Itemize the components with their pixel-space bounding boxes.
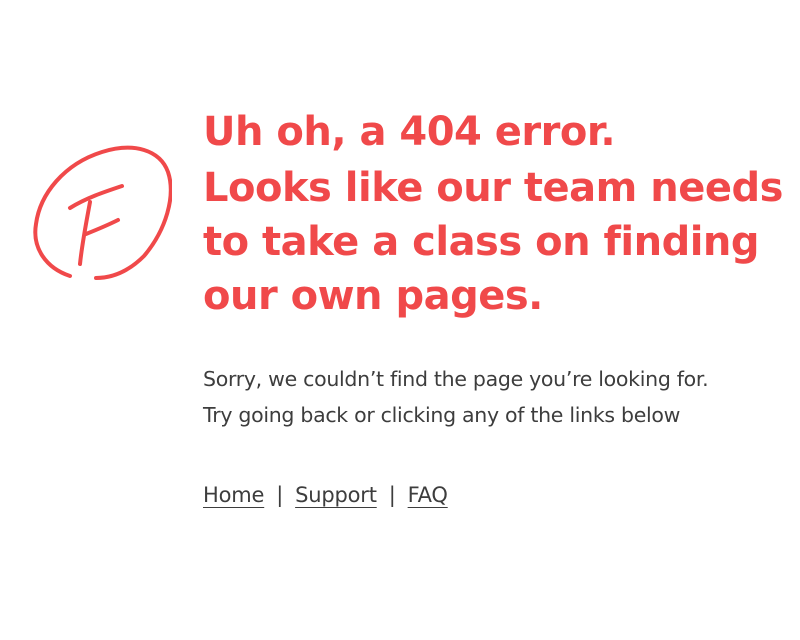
headline-line-2: Looks like our team needs to take a clas… — [203, 165, 783, 319]
faq-link[interactable]: FAQ — [408, 483, 448, 507]
error-message: Sorry, we couldn’t find the page you’re … — [203, 361, 783, 433]
support-link[interactable]: Support — [295, 483, 377, 507]
error-headline: Uh oh, a 404 error. Looks like our team … — [203, 108, 783, 323]
link-separator: | — [276, 483, 284, 507]
f-grade-circle-icon — [33, 145, 172, 280]
home-link[interactable]: Home — [203, 483, 264, 507]
error-content: Uh oh, a 404 error. Looks like our team … — [203, 108, 783, 507]
message-line-1: Sorry, we couldn’t find the page you’re … — [203, 367, 709, 391]
link-separator: | — [388, 483, 396, 507]
message-line-2: Try going back or clicking any of the li… — [203, 403, 681, 427]
headline-line-1: Uh oh, a 404 error. — [203, 109, 616, 155]
help-links: Home | Support | FAQ — [203, 483, 783, 507]
